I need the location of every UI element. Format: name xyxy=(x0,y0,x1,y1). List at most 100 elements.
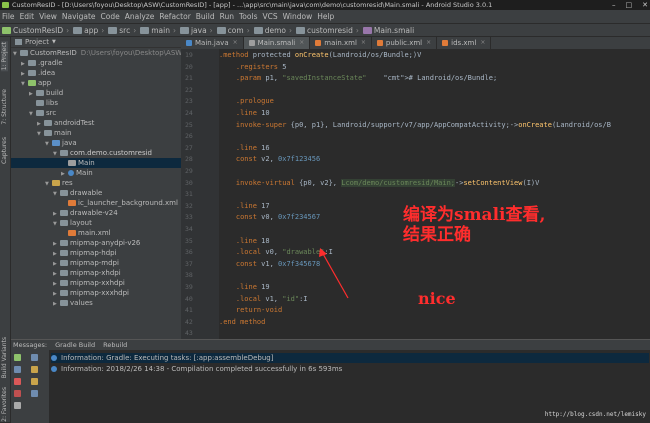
tree-item[interactable]: libs xyxy=(11,98,181,108)
close-icon[interactable]: ✕ xyxy=(642,0,648,10)
breadcrumb-item[interactable]: main › xyxy=(140,24,176,37)
tree-item[interactable]: ▼ app xyxy=(11,78,181,88)
tree-item[interactable]: ▶ build xyxy=(11,88,181,98)
settings-icon[interactable] xyxy=(31,378,38,385)
tab-favorites[interactable]: 2: Favorites xyxy=(1,387,8,422)
tree-item[interactable]: Main xyxy=(11,158,181,168)
tab-main-smali[interactable]: Main.smali × xyxy=(243,37,311,49)
tree-item[interactable]: ▼ res xyxy=(11,178,181,188)
code-line[interactable]: return-void xyxy=(219,306,282,314)
code-line[interactable]: invoke-virtual {p0, v2}, Lcom/demo/custo… xyxy=(219,178,539,187)
minimize-icon[interactable]: – xyxy=(612,0,616,10)
code-line[interactable]: const v0, 0x7f234567 xyxy=(219,213,320,221)
tree-item[interactable]: ▼ CustomResID D:\Users\foyou\Desktop\ASW xyxy=(11,48,181,58)
error-filter-icon[interactable] xyxy=(14,390,21,397)
menu-item-code[interactable]: Code xyxy=(101,12,120,21)
code-line[interactable]: const v2, 0x7f123456 xyxy=(219,155,320,163)
tab-structure[interactable]: 7: Structure xyxy=(1,89,8,125)
tab-project[interactable]: 1: Project xyxy=(1,41,8,72)
messages-tab[interactable]: Rebuild xyxy=(103,340,127,350)
messages-tab[interactable]: Gradle Build xyxy=(55,340,95,350)
code-line[interactable]: .end method xyxy=(219,318,265,326)
tree-item[interactable]: ▶ mipmap-mdpi xyxy=(11,258,181,268)
menu-item-navigate[interactable]: Navigate xyxy=(62,12,96,21)
breadcrumb-item[interactable]: demo › xyxy=(253,24,292,37)
menu-item-help[interactable]: Help xyxy=(317,12,334,21)
menu-item-run[interactable]: Run xyxy=(220,12,234,21)
code-line[interactable]: .local v1, "id":I xyxy=(219,295,308,303)
breadcrumb-item[interactable]: Main.smali xyxy=(362,24,414,37)
tree-item[interactable]: ▶ mipmap-xxhdpi xyxy=(11,278,181,288)
tab-captures[interactable]: Captures xyxy=(1,137,8,164)
message-row[interactable]: Information: 2018/2/26 14:38 - Compilati… xyxy=(51,364,342,374)
tab-main-xml[interactable]: main.xml × xyxy=(310,37,372,49)
menu-item-build[interactable]: Build xyxy=(196,12,215,21)
project-panel-title[interactable]: Project xyxy=(25,37,49,48)
tree-item[interactable]: ▼ java xyxy=(11,138,181,148)
rerun-icon[interactable] xyxy=(14,354,21,361)
code-line[interactable]: .line 19 xyxy=(219,283,270,291)
collapse-arrow-icon[interactable]: ▶ xyxy=(53,299,60,309)
code-line[interactable]: .prologue xyxy=(219,97,274,105)
code-line[interactable]: .line 10 xyxy=(219,109,270,117)
breadcrumb-item[interactable]: com › xyxy=(216,24,250,37)
code-line[interactable]: .param p1, "savedInstanceState" "cmt"># … xyxy=(219,74,497,82)
breadcrumb-item[interactable]: customresid › xyxy=(295,24,359,37)
info-filter-icon[interactable] xyxy=(31,390,38,397)
close-icon[interactable]: × xyxy=(426,37,431,49)
close-icon[interactable]: × xyxy=(299,37,304,49)
tree-item[interactable]: ▼ src xyxy=(11,108,181,118)
menu-item-analyze[interactable]: Analyze xyxy=(125,12,155,21)
filter-icon[interactable] xyxy=(14,366,21,373)
tree-item[interactable]: ▶ mipmap-anydpi-v26 xyxy=(11,238,181,248)
tab-build-variants[interactable]: Build Variants xyxy=(1,337,8,378)
tree-item[interactable]: ▶ mipmap-xxxhdpi xyxy=(11,288,181,298)
code-line[interactable]: .line 16 xyxy=(219,144,270,152)
export-icon[interactable] xyxy=(31,366,38,373)
tree-item[interactable]: ▶ .gradle xyxy=(11,58,181,68)
menu-item-vcs[interactable]: VCS xyxy=(262,12,277,21)
tree-item[interactable]: ▶ mipmap-hdpi xyxy=(11,248,181,258)
menu-item-refactor[interactable]: Refactor xyxy=(159,12,190,21)
menu-item-tools[interactable]: Tools xyxy=(239,12,257,21)
tree-item[interactable]: ▶ .idea xyxy=(11,68,181,78)
tree-item[interactable]: ▼ drawable xyxy=(11,188,181,198)
scroll-to-end-icon[interactable] xyxy=(31,354,38,361)
breadcrumb-item[interactable]: src › xyxy=(108,24,136,37)
tree-item[interactable]: ▶ drawable-v24 xyxy=(11,208,181,218)
breadcrumb-item[interactable]: app › xyxy=(73,24,104,37)
code-line[interactable]: .line 17 xyxy=(219,202,270,210)
code-line[interactable]: invoke-super {p0, p1}, Landroid/support/… xyxy=(219,121,611,129)
tree-item[interactable]: ▼ layout xyxy=(11,218,181,228)
message-row[interactable]: Information: Gradle: Executing tasks: [:… xyxy=(51,353,649,363)
code-line[interactable]: .line 18 xyxy=(219,237,270,245)
tree-item[interactable]: ▶ values xyxy=(11,298,181,308)
maximize-icon[interactable]: □ xyxy=(626,0,633,10)
tab-public-xml[interactable]: public.xml × xyxy=(372,37,438,49)
tree-item[interactable]: ▶ mipmap-xhdpi xyxy=(11,268,181,278)
tree-item[interactable]: ic_launcher_background.xml xyxy=(11,198,181,208)
tree-item[interactable]: ▼ com.demo.customresid xyxy=(11,148,181,158)
menu-item-view[interactable]: View xyxy=(39,12,57,21)
close-panel-icon[interactable] xyxy=(14,402,21,409)
tree-item[interactable]: ▼ main xyxy=(11,128,181,138)
breadcrumb-item[interactable]: java › xyxy=(179,24,213,37)
menu-item-edit[interactable]: Edit xyxy=(20,12,35,21)
tree-item[interactable]: ▶ androidTest xyxy=(11,118,181,128)
close-icon[interactable]: × xyxy=(361,37,366,49)
breadcrumb-item[interactable]: CustomResID › xyxy=(2,24,69,37)
line-number: 29 xyxy=(185,167,193,175)
chevron-down-icon[interactable]: ▼ xyxy=(52,37,56,48)
close-icon[interactable]: × xyxy=(233,37,238,49)
close-icon[interactable]: × xyxy=(480,37,485,49)
tree-item[interactable]: ▶ Main xyxy=(11,168,181,178)
stop-icon[interactable] xyxy=(14,378,21,385)
menu-item-window[interactable]: Window xyxy=(283,12,313,21)
tab-main-java[interactable]: Main.java × xyxy=(181,37,244,49)
menu-item-file[interactable]: File xyxy=(2,12,15,21)
tab-ids-xml[interactable]: ids.xml × xyxy=(437,37,492,49)
messages-tab[interactable]: Messages: xyxy=(13,340,47,350)
tree-item[interactable]: main.xml xyxy=(11,228,181,238)
code-line[interactable]: .method protected onCreate(Landroid/os/B… xyxy=(219,51,421,59)
code-line[interactable]: .registers 5 xyxy=(219,63,287,71)
